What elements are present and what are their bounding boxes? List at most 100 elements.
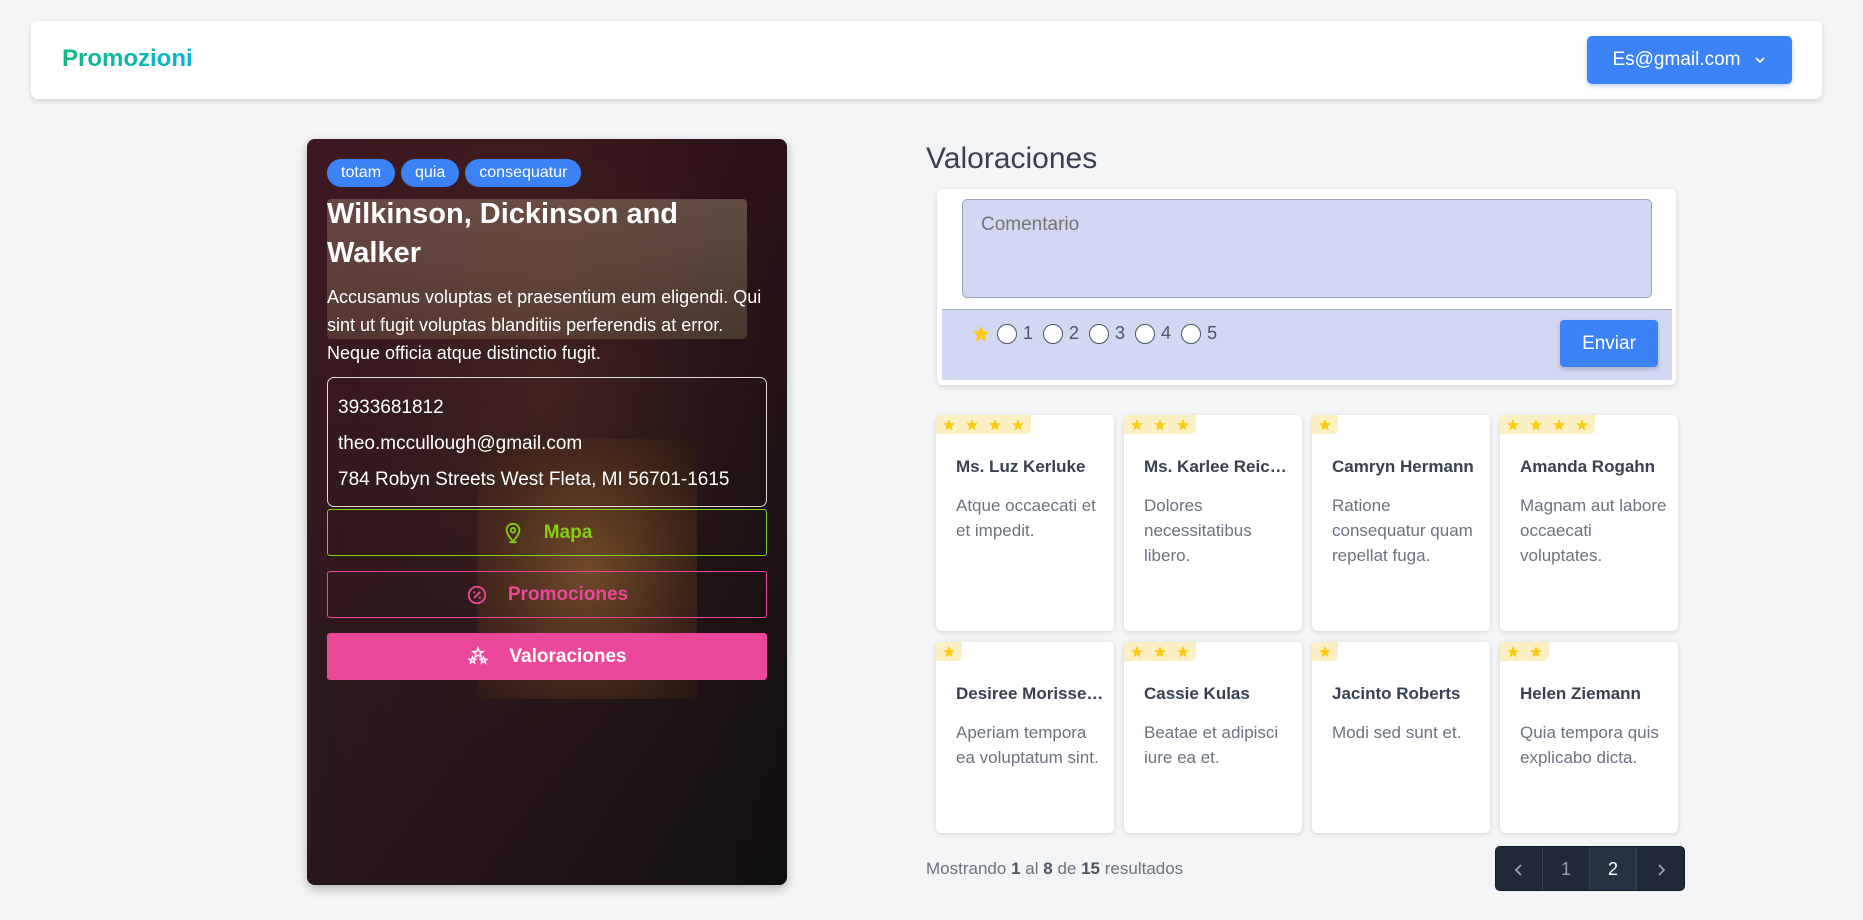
brand-logo[interactable]: Promozioni — [62, 45, 193, 73]
review-form-footer: 1 2 3 4 5 Enviar — [942, 309, 1672, 380]
reviews-title: Valoraciones — [926, 142, 1098, 175]
tag-list: totam quia consequatur — [327, 159, 767, 187]
review-text: Modi sed sunt et. — [1332, 723, 1462, 742]
business-card: totam quia consequatur Wilkinson, Dickin… — [307, 139, 787, 885]
pagination: 1 2 — [1495, 846, 1685, 891]
rating-radio-4[interactable] — [1135, 323, 1156, 344]
review-card: Ms. Karlee Reichert Dolores necessitatibu… — [1124, 415, 1302, 631]
page-button-1[interactable]: 1 — [1543, 847, 1590, 890]
review-author: Ms. Karlee Reichert — [1144, 457, 1294, 476]
promotions-button[interactable]: Promociones — [327, 571, 767, 618]
star-icon — [1553, 418, 1565, 430]
review-card: Jacinto Roberts Modi sed sunt et. — [1312, 642, 1490, 833]
review-stars — [936, 642, 962, 661]
rating-label: 3 — [1115, 323, 1126, 343]
rating-label: 1 — [1023, 323, 1034, 343]
chevron-left-icon — [1514, 863, 1522, 876]
review-card: Helen Ziemann Quia tempora quis explicabo… — [1500, 642, 1678, 833]
promotions-button-label: Promociones — [507, 583, 629, 605]
star-icon — [1154, 418, 1166, 430]
rating-label: 5 — [1207, 323, 1218, 343]
review-author: Helen Ziemann — [1520, 684, 1641, 703]
star-icon — [1319, 645, 1331, 657]
star-icon — [1012, 418, 1024, 430]
review-form: 1 2 3 4 5 Enviar — [937, 189, 1676, 385]
map-button[interactable]: Mapa — [327, 509, 767, 556]
page-button-2[interactable]: 2 — [1590, 847, 1637, 890]
results-suffix: resultados — [1104, 859, 1184, 878]
review-stars — [1312, 415, 1338, 434]
business-description: Accusamus voluptas et praesentium eum el… — [327, 287, 762, 363]
review-stars — [1500, 642, 1549, 661]
comment-input[interactable] — [962, 199, 1652, 298]
review-card: Desiree Morissette Aperiam tempora ea vol… — [936, 642, 1114, 833]
chevron-right-icon — [1657, 863, 1665, 876]
review-author: Amanda Rogahn — [1520, 457, 1656, 476]
star-icon — [966, 418, 978, 430]
send-button[interactable]: Enviar — [1560, 320, 1658, 367]
review-text: Dolores necessitatibus libero. — [1144, 496, 1252, 565]
review-author: Ms. Luz Kerluke — [956, 457, 1086, 476]
contact-box: 3933681812 theo.mccullough@gmail.com 784… — [327, 377, 767, 507]
user-menu-button[interactable]: Es@gmail.com — [1587, 36, 1792, 84]
star-icon — [1507, 645, 1519, 657]
results-total: 15 — [1081, 859, 1101, 878]
review-stars — [1500, 415, 1595, 434]
star-icon — [1131, 418, 1143, 430]
star-icon — [943, 418, 955, 430]
star-icon — [1530, 645, 1542, 657]
star-icon — [943, 645, 955, 657]
reviews-button[interactable]: Valoraciones — [327, 633, 767, 680]
tag: quia — [401, 159, 460, 187]
review-text: Magnam aut labore occaecati voluptates. — [1520, 496, 1667, 565]
review-stars — [1124, 642, 1196, 661]
results-prefix: Mostrando — [926, 859, 1007, 878]
rating-selector: 1 2 3 4 5 — [971, 323, 1221, 344]
review-author: Desiree Morissette — [956, 684, 1106, 703]
results-from: 1 — [1011, 859, 1021, 878]
stars-icon — [467, 645, 490, 665]
star-icon — [1576, 418, 1588, 430]
tag: consequatur — [465, 159, 582, 187]
star-icon — [1530, 418, 1542, 430]
star-icon — [1154, 645, 1166, 657]
star-icon — [1319, 418, 1331, 430]
rating-radio-5[interactable] — [1181, 323, 1202, 344]
results-to: 8 — [1043, 859, 1053, 878]
business-address: 784 Robyn Streets West Fleta, MI 56701-1… — [338, 469, 730, 490]
review-stars — [1124, 415, 1196, 434]
rating-radio-2[interactable] — [1043, 323, 1064, 344]
review-card: Amanda Rogahn Magnam aut labore occaecati… — [1500, 415, 1678, 631]
rating-radio-3[interactable] — [1089, 323, 1110, 344]
business-email: theo.mccullough@gmail.com — [338, 433, 583, 454]
review-stars — [1312, 642, 1338, 661]
map-button-label: Mapa — [543, 521, 593, 543]
star-icon — [972, 325, 990, 341]
star-icon — [1131, 645, 1143, 657]
next-page-button[interactable] — [1637, 847, 1684, 890]
tag: totam — [327, 159, 396, 187]
rating-label: 4 — [1161, 323, 1172, 343]
star-icon — [989, 418, 1001, 430]
review-stars — [936, 415, 1031, 434]
prev-page-button[interactable] — [1496, 847, 1543, 890]
rating-label: 2 — [1069, 323, 1080, 343]
review-author: Jacinto Roberts — [1332, 684, 1461, 703]
business-name: Wilkinson, Dickinson and Walker — [327, 198, 679, 269]
review-grid: Ms. Luz Kerluke Atque occaecati et et imp… — [936, 415, 1678, 833]
rating-radio-1[interactable] — [997, 323, 1017, 344]
navbar: Promozioni Es@gmail.com — [31, 21, 1822, 99]
results-al: al — [1025, 859, 1039, 878]
review-card: Camryn Hermann Ratione consequatur quam r… — [1312, 415, 1490, 631]
star-icon — [1177, 645, 1189, 657]
user-email: Es@gmail.com — [1612, 49, 1741, 70]
business-phone: 3933681812 — [338, 397, 444, 418]
results-de: de — [1057, 859, 1077, 878]
discount-icon — [467, 585, 486, 604]
review-text: Atque occaecati et et impedit. — [956, 496, 1096, 540]
reviews-button-label: Valoraciones — [509, 645, 627, 667]
review-author: Camryn Hermann — [1332, 457, 1474, 476]
star-icon — [1507, 418, 1519, 430]
review-text: Ratione consequatur quam repellat fuga. — [1332, 496, 1473, 565]
review-card: Ms. Luz Kerluke Atque occaecati et et imp… — [936, 415, 1114, 631]
